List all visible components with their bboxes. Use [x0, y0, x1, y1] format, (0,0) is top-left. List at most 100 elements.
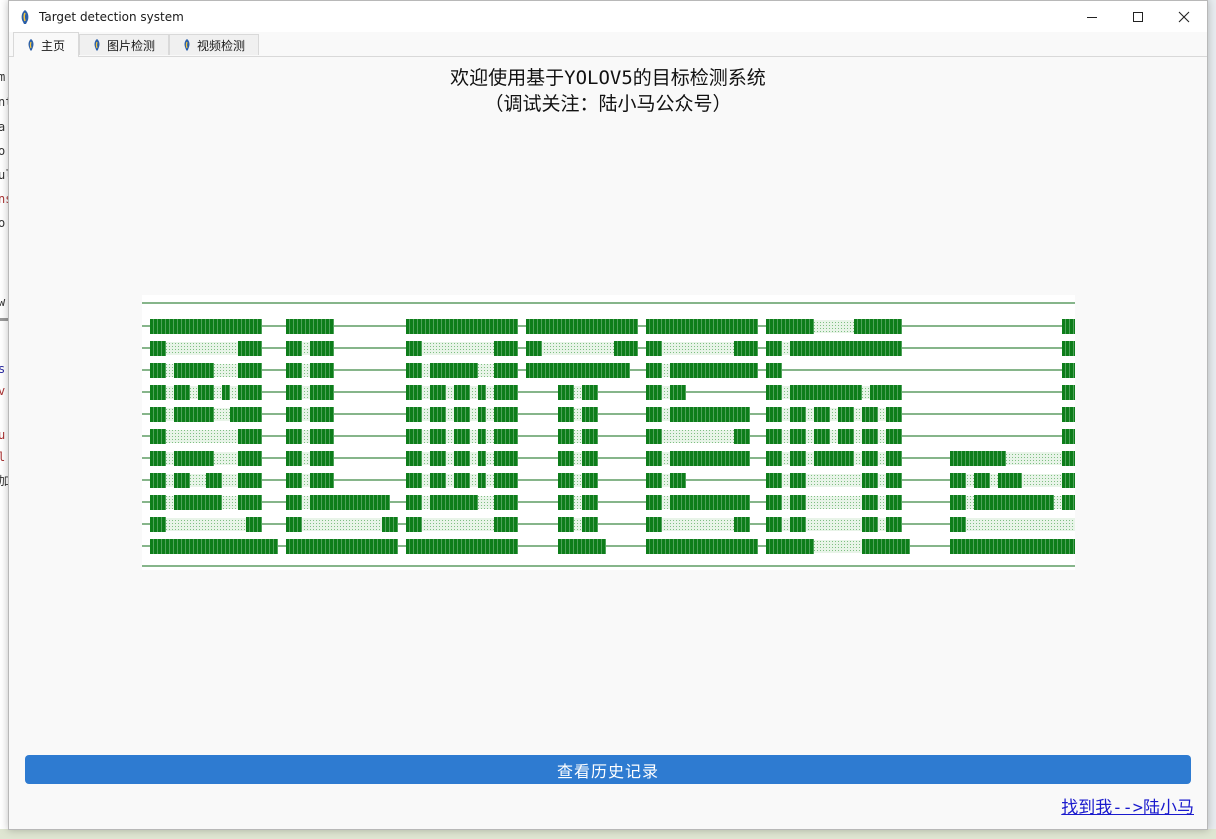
banner-block — [414, 473, 422, 488]
banner-block — [670, 385, 678, 400]
tab-home[interactable]: 主页 — [13, 32, 79, 57]
banner-block — [1030, 539, 1038, 554]
banner-fill — [1022, 452, 1030, 465]
banner-block — [350, 539, 358, 554]
banner-block — [238, 319, 246, 334]
tab-image-detection[interactable]: 图片检测 — [79, 34, 169, 55]
banner-block — [190, 319, 198, 334]
banner-block — [766, 495, 774, 510]
banner-fill — [814, 518, 822, 531]
banner-block — [430, 429, 438, 444]
banner-block — [150, 517, 158, 532]
find-me-link[interactable]: 找到我-->陆小马 — [1061, 793, 1194, 818]
banner-fill — [822, 320, 830, 333]
banner-fill — [438, 518, 446, 531]
banner-block — [670, 539, 678, 554]
banner-fill — [166, 386, 174, 399]
banner-block — [286, 407, 294, 422]
banner-block — [582, 407, 590, 422]
banner-block — [350, 495, 358, 510]
banner-block — [254, 319, 262, 334]
banner-fill — [422, 452, 430, 465]
banner-block — [566, 517, 574, 532]
banner-block — [310, 385, 318, 400]
banner-block — [478, 319, 486, 334]
banner-block — [310, 451, 318, 466]
banner-block — [958, 473, 966, 488]
background-taskbar-edge — [0, 829, 1216, 839]
banner-block — [742, 363, 750, 378]
banner-block — [182, 495, 190, 510]
page-title-line-2: （调试关注：陆小马公众号） — [484, 93, 732, 115]
banner-block — [654, 451, 662, 466]
banner-block — [510, 341, 518, 356]
banner-block — [862, 539, 870, 554]
banner-block — [438, 451, 446, 466]
banner-fill — [302, 342, 310, 355]
close-button[interactable] — [1161, 1, 1207, 32]
banner-block — [494, 407, 502, 422]
banner-block — [470, 539, 478, 554]
banner-block — [606, 363, 614, 378]
banner-block — [406, 473, 414, 488]
banner-fill — [846, 320, 854, 333]
banner-block — [382, 517, 390, 532]
tab-video-detection[interactable]: 视频检测 — [169, 34, 259, 55]
banner-block — [174, 385, 182, 400]
banner-block — [158, 517, 166, 532]
banner-block — [646, 407, 654, 422]
banner-block — [342, 495, 350, 510]
banner-block — [710, 495, 718, 510]
banner-block — [894, 495, 902, 510]
banner-block — [998, 539, 1006, 554]
banner-block — [470, 495, 478, 510]
banner-block — [718, 407, 726, 422]
banner-block — [510, 385, 518, 400]
banner-block — [950, 495, 958, 510]
banner-block — [566, 495, 574, 510]
banner-block — [654, 517, 662, 532]
banner-block — [566, 407, 574, 422]
banner-block — [494, 495, 502, 510]
banner-block — [358, 495, 366, 510]
banner-block — [558, 495, 566, 510]
tab-label: 视频检测 — [197, 38, 246, 53]
banner-block — [614, 319, 622, 334]
banner-block — [406, 407, 414, 422]
banner-block — [158, 385, 166, 400]
banner-block — [262, 539, 270, 554]
banner-block — [334, 495, 342, 510]
banner-fill — [214, 430, 222, 443]
banner-block — [494, 517, 502, 532]
maximize-button[interactable] — [1115, 1, 1161, 32]
banner-block — [390, 517, 398, 532]
banner-block — [318, 407, 326, 422]
banner-block — [166, 539, 174, 554]
banner-block — [846, 341, 854, 356]
banner-fill — [446, 518, 454, 531]
banner-block — [206, 407, 214, 422]
banner-block — [294, 363, 302, 378]
banner-fill — [422, 518, 430, 531]
banner-block — [790, 429, 798, 444]
banner-block — [582, 363, 590, 378]
banner-block — [238, 539, 246, 554]
view-history-button[interactable]: 查看历史记录 — [25, 755, 1191, 784]
banner-fill — [694, 518, 702, 531]
banner-fill — [670, 342, 678, 355]
banner-block — [502, 451, 510, 466]
banner-block — [310, 363, 318, 378]
banner-fill — [830, 408, 838, 421]
minimize-button[interactable] — [1069, 1, 1115, 32]
banner-block — [750, 319, 758, 334]
banner-block — [990, 451, 998, 466]
banner-block — [1054, 539, 1062, 554]
banner-block — [1006, 495, 1014, 510]
banner-fill — [854, 452, 862, 465]
title-bar[interactable]: Target detection system — [9, 1, 1207, 32]
banner-block — [174, 363, 182, 378]
banner-block — [878, 341, 886, 356]
banner-block — [430, 495, 438, 510]
banner-block — [254, 363, 262, 378]
banner-block — [206, 451, 214, 466]
